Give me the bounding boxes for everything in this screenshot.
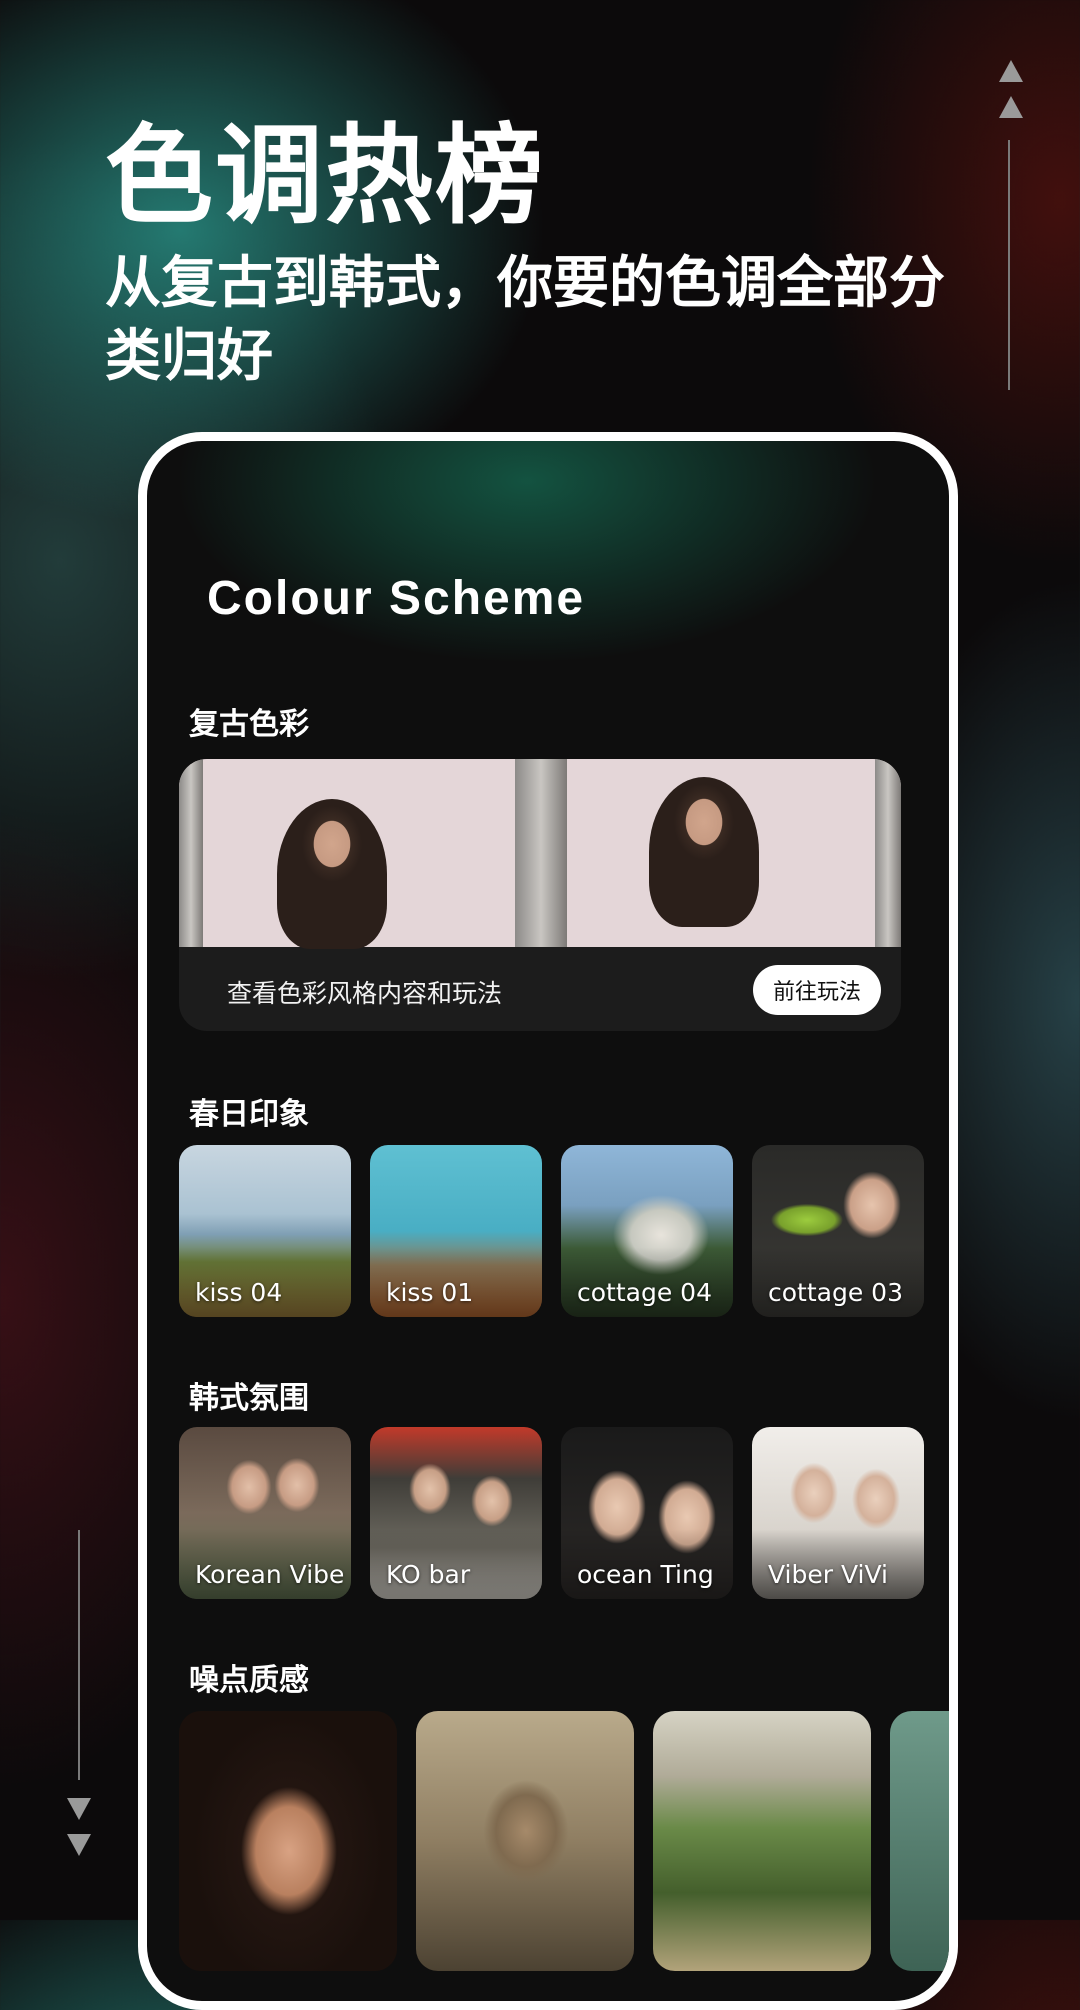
filter-card-label: cottage 03: [768, 1278, 903, 1307]
filter-card[interactable]: cottage 03: [752, 1145, 924, 1317]
down-arrow-icon: [67, 1798, 91, 1820]
photo-wall: [515, 759, 567, 947]
filter-card[interactable]: [653, 1711, 871, 1971]
section-title-retro: 复古色彩: [189, 707, 309, 742]
filter-card-label: kiss 01: [386, 1278, 474, 1307]
filter-card[interactable]: Viber ViVi: [752, 1427, 924, 1599]
hero-subtitle: 从复古到韩式，你要的色调全部分类归好: [105, 251, 945, 389]
filter-card[interactable]: kiss 01: [370, 1145, 542, 1317]
hero-title: 色调热榜: [105, 114, 546, 239]
filter-card[interactable]: kiss 04: [179, 1145, 351, 1317]
section-title-grain: 噪点质感: [189, 1663, 309, 1698]
filter-card[interactable]: [416, 1711, 634, 1971]
portrait-figure: [277, 799, 387, 949]
filter-card-label: KO bar: [386, 1560, 471, 1589]
scroll-down-icon[interactable]: [64, 1798, 94, 1870]
filter-card-label: kiss 04: [195, 1278, 283, 1307]
up-arrow-icon: [999, 96, 1023, 118]
photo-wall: [179, 759, 203, 947]
korean-filter-row: Korean Vibe KO bar ocean Ting Viber ViVi: [179, 1427, 924, 1599]
section-title-spring: 春日印象: [189, 1097, 309, 1132]
filter-card[interactable]: ocean Ting: [561, 1427, 733, 1599]
filter-card[interactable]: KO bar: [370, 1427, 542, 1599]
filter-card-label: ocean Ting: [577, 1560, 714, 1589]
photo-wall: [875, 759, 901, 947]
retro-banner[interactable]: 查看色彩风格内容和玩法 前往玩法: [179, 759, 901, 1031]
filter-card-label: Viber ViVi: [768, 1560, 888, 1589]
filter-card-label: Korean Vibe: [195, 1560, 345, 1589]
banner-description: 查看色彩风格内容和玩法: [227, 979, 503, 1008]
spring-filter-row: kiss 04 kiss 01 cottage 04 cottage 03: [179, 1145, 924, 1317]
filter-card[interactable]: [890, 1711, 949, 1971]
filter-card[interactable]: Korean Vibe: [179, 1427, 351, 1599]
section-title-korean: 韩式氛围: [189, 1381, 309, 1416]
filter-card[interactable]: cottage 04: [561, 1145, 733, 1317]
portrait-figure: [649, 777, 759, 927]
banner-photo: [179, 759, 901, 949]
phone-mockup: Colour Scheme 复古色彩 查看色彩风格内容和玩法 前往玩法 春日印象…: [138, 432, 958, 2010]
filter-card[interactable]: [179, 1711, 397, 1971]
go-to-play-button[interactable]: 前往玩法: [753, 965, 881, 1015]
up-arrow-icon: [999, 60, 1023, 82]
screen-title: Colour Scheme: [207, 572, 586, 625]
filter-card-label: cottage 04: [577, 1278, 712, 1307]
grain-filter-row: [179, 1711, 949, 1971]
down-arrow-icon: [67, 1834, 91, 1856]
scroll-track-top: [1008, 140, 1010, 390]
scroll-up-icon[interactable]: [996, 60, 1026, 132]
scroll-track-bottom: [78, 1530, 80, 1780]
